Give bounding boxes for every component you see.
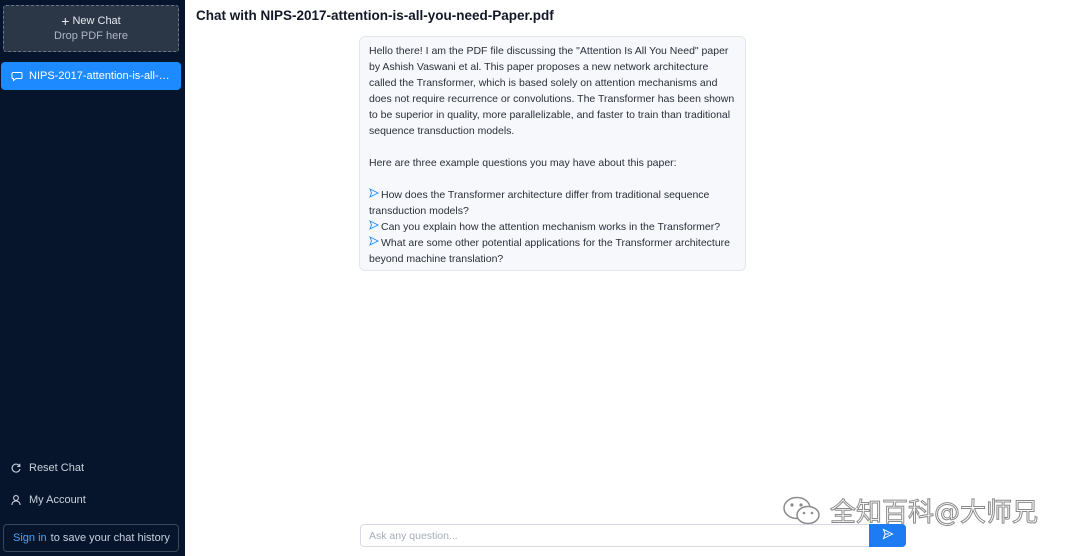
sign-in-link[interactable]: Sign in [13, 532, 47, 544]
reset-chat-button[interactable]: Reset Chat [10, 462, 84, 474]
send-arrow-icon [369, 235, 380, 251]
watermark: 全知百科@大师兄 [782, 492, 1039, 529]
chat-bubble-icon [11, 70, 23, 82]
sidebar-item-active-chat[interactable]: NIPS-2017-attention-is-all-you-need-Pape… [1, 62, 181, 90]
sign-in-prompt: Sign in to save your chat history [3, 524, 179, 552]
plus-icon: + [61, 13, 70, 29]
suggested-question-2[interactable]: Can you explain how the attention mechan… [369, 219, 736, 235]
send-arrow-icon [369, 187, 380, 203]
user-icon [10, 494, 22, 506]
sign-in-suffix: to save your chat history [50, 532, 170, 544]
sidebar-item-label: NIPS-2017-attention-is-all-you-need-Pape… [29, 70, 174, 82]
suggested-question-text: How does the Transformer architecture di… [369, 189, 710, 217]
reset-chat-label: Reset Chat [29, 462, 85, 474]
new-chat-label: New Chat [72, 15, 121, 27]
my-account-label: My Account [29, 494, 86, 506]
reset-icon [10, 462, 22, 474]
suggested-question-3[interactable]: What are some other potential applicatio… [369, 235, 736, 267]
drop-pdf-hint: Drop PDF here [54, 30, 128, 42]
message-lead-in: Here are three example questions you may… [369, 157, 677, 169]
watermark-text: 全知百科@大师兄 [829, 498, 1039, 529]
send-arrow-icon [369, 219, 380, 235]
sidebar: + New Chat Drop PDF here NIPS-2017-atten… [0, 0, 185, 556]
new-chat-button[interactable]: + New Chat [4, 13, 178, 29]
page-title: Chat with NIPS-2017-attention-is-all-you… [196, 8, 554, 23]
message-intro: Hello there! I am the PDF file discussin… [369, 45, 735, 137]
suggested-question-1[interactable]: How does the Transformer architecture di… [369, 187, 736, 219]
assistant-message: Hello there! I am the PDF file discussin… [359, 36, 746, 271]
suggested-question-text: Can you explain how the attention mechan… [381, 221, 721, 233]
suggested-question-text: What are some other potential applicatio… [369, 237, 731, 265]
my-account-button[interactable]: My Account [10, 494, 86, 506]
wechat-icon [782, 494, 822, 528]
send-icon [882, 527, 894, 545]
new-chat-dropzone[interactable]: + New Chat Drop PDF here [3, 5, 179, 52]
